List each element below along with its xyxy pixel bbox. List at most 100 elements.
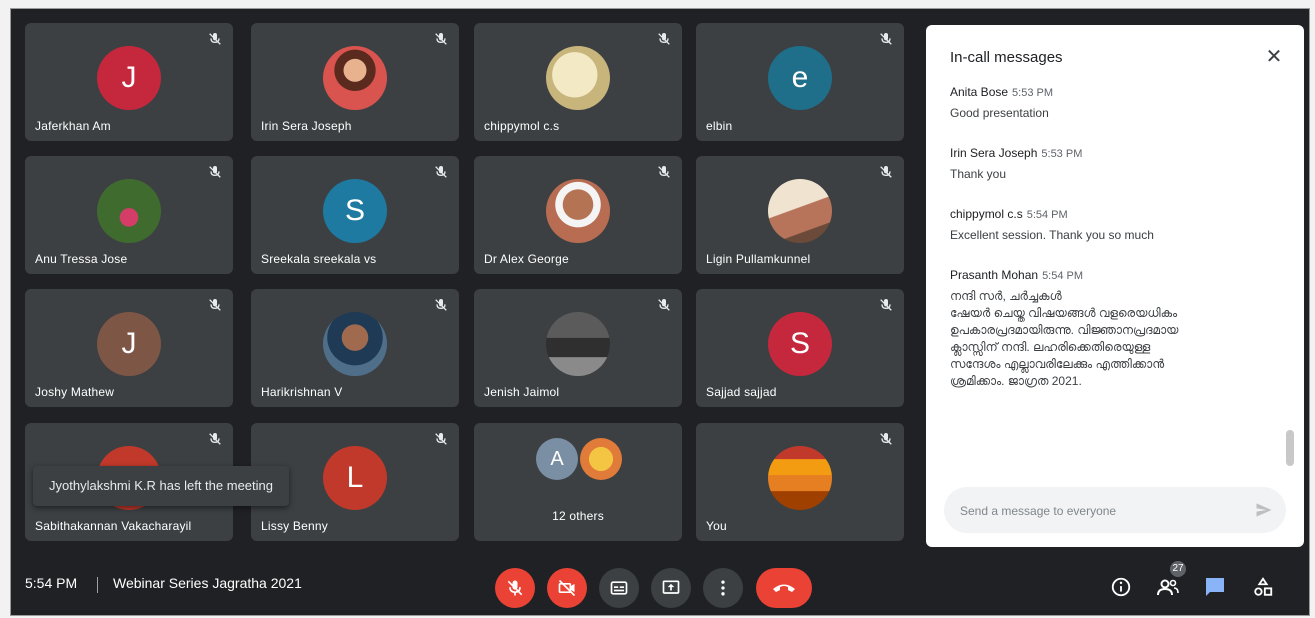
end-call-button[interactable]: [756, 568, 812, 608]
avatar-photo: [546, 179, 610, 243]
avatar: J: [97, 312, 161, 376]
participant-tile[interactable]: S Sreekala sreekala vs: [251, 156, 459, 274]
bottom-bar: 5:54 PM Webinar Series Jagratha 2021 27: [11, 553, 1309, 615]
avatar-photo: [323, 46, 387, 110]
participant-tile[interactable]: Anu Tressa Jose: [25, 156, 233, 274]
mic-off-icon: [878, 164, 894, 180]
avatar: J: [97, 46, 161, 110]
mic-off-icon: [433, 164, 449, 180]
chat-icon: [1206, 578, 1224, 596]
message-sender: Irin Sera Joseph: [950, 146, 1038, 160]
message-sender: Anita Bose: [950, 85, 1009, 99]
participant-tile[interactable]: Jenish Jaimol: [474, 289, 682, 407]
participant-name: Joshy Mathew: [35, 385, 115, 399]
avatar-photo: [546, 312, 610, 376]
meeting-title: Webinar Series Jagratha 2021: [113, 575, 302, 591]
mic-toggle-button[interactable]: [495, 568, 535, 608]
participant-tile[interactable]: Dr Alex George: [474, 156, 682, 274]
chat-message: chippymol c.s 5:54 PM Excellent session. T…: [950, 205, 1260, 244]
avatar: A: [536, 438, 578, 480]
mic-off-icon: [433, 31, 449, 47]
participant-tile[interactable]: J Joshy Mathew: [25, 289, 233, 407]
activities-button[interactable]: [1251, 575, 1275, 599]
end-call-icon: [773, 584, 795, 592]
avatar: e: [768, 46, 832, 110]
participant-name: Irin Sera Joseph: [261, 119, 352, 133]
mic-off-icon: [433, 431, 449, 447]
participant-name: 12 others: [552, 509, 604, 523]
participant-tile[interactable]: You: [696, 423, 904, 541]
message-sender: Prasanth Mohan: [950, 268, 1039, 282]
avatar: S: [323, 179, 387, 243]
camera-toggle-button[interactable]: [547, 568, 587, 608]
participant-name: Ligin Pullamkunnel: [706, 252, 811, 266]
avatar-photo: [580, 438, 622, 480]
message-time: 5:53 PM: [1041, 148, 1083, 160]
present-button[interactable]: [651, 568, 691, 608]
chat-message: Prasanth Mohan 5:54 PM നന്ദി സർ, ചർച്ചകൾ ഷ…: [950, 266, 1260, 390]
more-options-button[interactable]: [703, 568, 743, 608]
participant-name: Sabithakannan Vakacharayil: [35, 519, 192, 533]
send-icon[interactable]: [1254, 500, 1274, 520]
message-sender: chippymol c.s: [950, 207, 1023, 221]
avatar-photo: [768, 446, 832, 510]
participant-tile[interactable]: e elbin: [696, 23, 904, 141]
participant-tile[interactable]: A 12 others: [474, 423, 682, 541]
message-time: 5:53 PM: [1012, 87, 1054, 99]
avatar-photo: [323, 312, 387, 376]
chat-panel: In-call messages ✕ Anita Bose 5:53 PM Good…: [926, 25, 1304, 547]
activities-icon: [1254, 577, 1273, 596]
avatar: S: [768, 312, 832, 376]
participant-tile[interactable]: Irin Sera Joseph: [251, 23, 459, 141]
chat-message: Anita Bose 5:53 PM Good presentation: [950, 83, 1260, 122]
message-time: 5:54 PM: [1026, 209, 1068, 221]
avatar-photo: [768, 179, 832, 243]
message-text: നന്ദി സർ, ചർച്ചകൾ ഷേയർ ചെയ്ത വിഷയങ്ങൾ വള…: [950, 289, 1179, 388]
mic-off-icon: [878, 297, 894, 313]
participant-name: chippymol c.s: [484, 119, 560, 133]
message-text: Thank you: [950, 167, 1007, 181]
close-panel-button[interactable]: ✕: [1260, 43, 1288, 71]
meeting-details-icon: [1111, 577, 1131, 597]
mic-off-icon: [207, 431, 223, 447]
message-text: Excellent session. Thank you so much: [950, 228, 1154, 242]
participant-tile[interactable]: Ligin Pullamkunnel: [696, 156, 904, 274]
avatar-photo: [546, 46, 610, 110]
more-options-icon: [721, 580, 725, 596]
message-composer: [944, 487, 1286, 535]
mic-off-icon: [656, 297, 672, 313]
participant-name: Harikrishnan V: [261, 385, 343, 399]
people-button[interactable]: [1156, 575, 1180, 599]
mic-off-icon: [656, 164, 672, 180]
mic-off-icon: [207, 164, 223, 180]
mic-off-icon: [507, 580, 523, 596]
captions-button[interactable]: [599, 568, 639, 608]
divider: [97, 577, 98, 593]
people-icon: [1157, 579, 1179, 596]
message-time: 5:54 PM: [1042, 270, 1084, 282]
participant-tile[interactable]: chippymol c.s: [474, 23, 682, 141]
participant-name: Jenish Jaimol: [484, 385, 560, 399]
chat-message: Irin Sera Joseph 5:53 PM Thank you: [950, 144, 1260, 183]
panel-title: In-call messages: [950, 49, 1063, 66]
participant-tile[interactable]: J Jaferkhan Am: [25, 23, 233, 141]
participant-tile[interactable]: S Sajjad sajjad: [696, 289, 904, 407]
meeting-details-button[interactable]: [1109, 575, 1133, 599]
notification-toast: Jyothylakshmi K.R has left the meeting: [33, 466, 289, 506]
message-scrollbar[interactable]: [1286, 430, 1294, 466]
participant-name: elbin: [706, 119, 733, 133]
mic-off-icon: [878, 431, 894, 447]
participant-name: Dr Alex George: [484, 252, 569, 266]
chat-button[interactable]: [1203, 575, 1227, 599]
avatar: L: [323, 446, 387, 510]
participant-name: Anu Tressa Jose: [35, 252, 128, 266]
message-text: Good presentation: [950, 106, 1049, 120]
present-icon: [662, 580, 680, 594]
people-count-badge: 27: [1170, 561, 1186, 577]
message-input[interactable]: [958, 487, 1242, 535]
mic-off-icon: [207, 297, 223, 313]
mic-off-icon: [433, 297, 449, 313]
participant-tile[interactable]: Harikrishnan V: [251, 289, 459, 407]
participant-name: Jaferkhan Am: [35, 119, 111, 133]
mic-off-icon: [656, 31, 672, 47]
